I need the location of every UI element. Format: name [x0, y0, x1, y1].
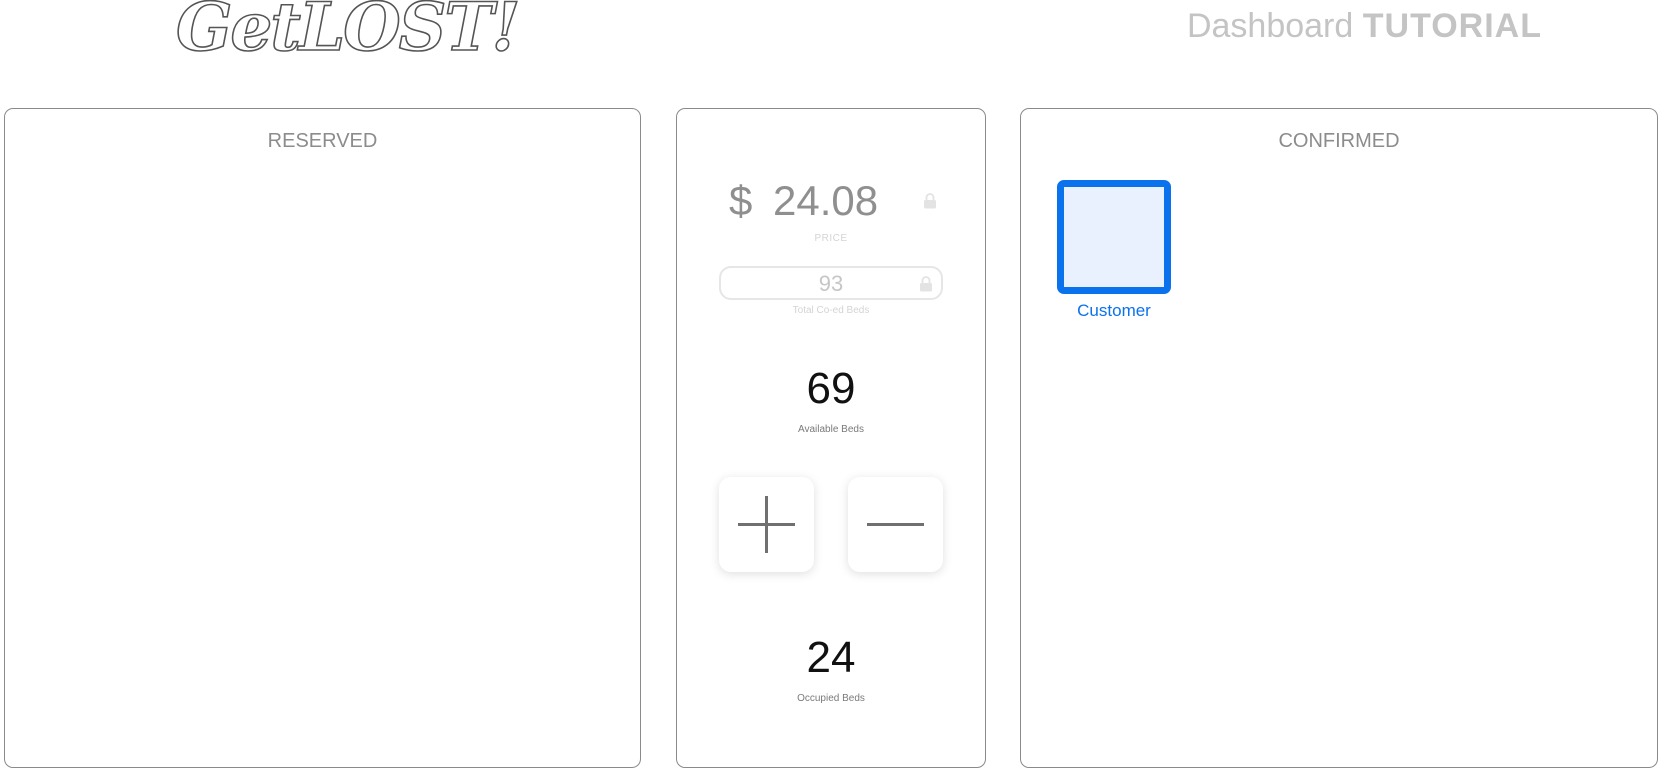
reserved-panel-title: RESERVED — [267, 130, 378, 152]
reserved-panel[interactable]: RESERVED — [4, 108, 641, 768]
confirmed-panel-title: CONFIRMED — [1278, 130, 1400, 152]
lock-icon — [919, 276, 933, 292]
occupied-beds-count: 24 — [806, 633, 856, 682]
price-currency: $ — [729, 177, 753, 224]
total-beds-caption: Total Co-ed Beds — [792, 305, 870, 316]
plus-icon — [738, 496, 795, 553]
total-beds-field[interactable]: 93 — [719, 266, 943, 300]
minus-icon — [867, 523, 924, 526]
price-display: $ 24.08 — [677, 177, 985, 227]
price-caption: PRICE — [814, 233, 848, 244]
lock-icon — [923, 193, 937, 209]
increment-button[interactable] — [719, 477, 814, 572]
bed-control-panel: $ 24.08 PRICE 93 Total Co-ed Beds 69 Ava… — [676, 108, 986, 768]
available-beds-count: 69 — [806, 364, 856, 413]
customer-card[interactable]: Customer — [1057, 180, 1171, 320]
page-title-light: Dashboard — [1186, 7, 1354, 45]
customer-card-box[interactable] — [1057, 180, 1171, 294]
dashboard-page: GetLOST! Dashboard TUTORIAL RESERVED $ 2… — [0, 0, 1662, 774]
total-beds-value: 93 — [818, 271, 844, 296]
app-logo: GetLOST! — [175, 0, 521, 66]
decrement-button[interactable] — [848, 477, 943, 572]
page-title-bold: TUTORIAL — [1362, 7, 1542, 45]
confirmed-panel[interactable]: CONFIRMED Customer — [1020, 108, 1658, 768]
customer-card-label: Customer — [1077, 301, 1151, 320]
occupied-beds-caption: Occupied Beds — [797, 693, 865, 704]
page-title: Dashboard TUTORIAL — [1187, 7, 1542, 46]
price-value: 24.08 — [773, 177, 879, 224]
available-beds-caption: Available Beds — [798, 424, 864, 435]
